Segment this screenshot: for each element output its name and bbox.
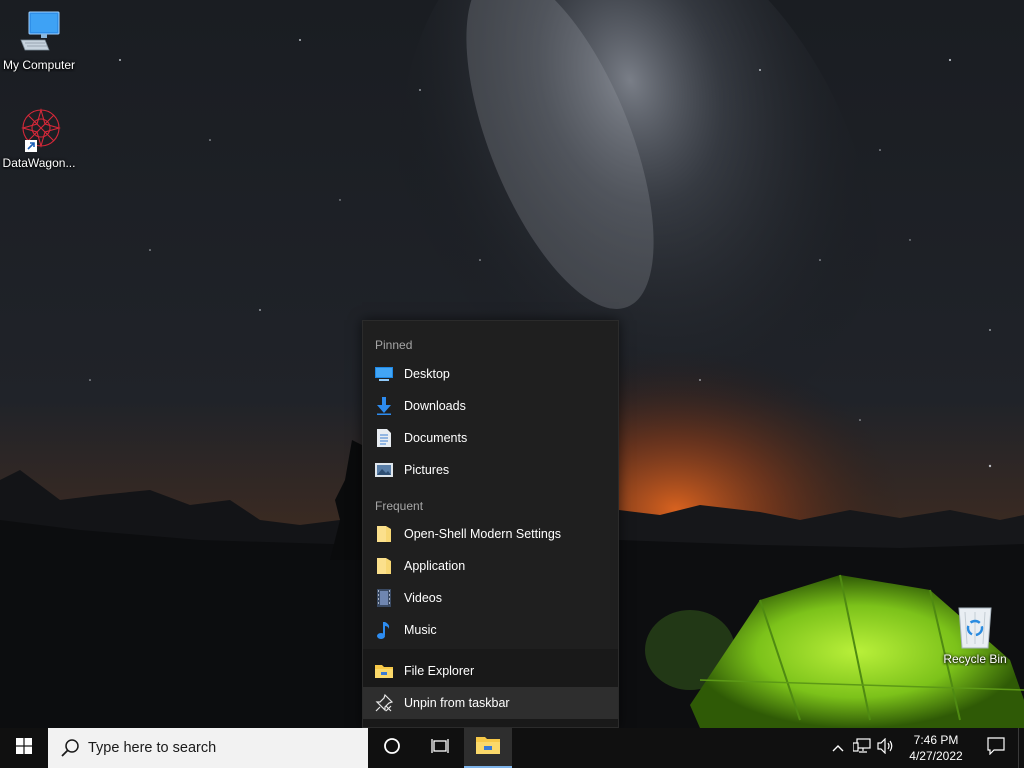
search-placeholder: Type here to search bbox=[88, 740, 217, 756]
folder-icon bbox=[375, 525, 393, 543]
show-desktop-button[interactable] bbox=[1018, 728, 1024, 768]
jump-item-label: Downloads bbox=[404, 399, 466, 413]
system-tray: 7:46 PM 4/27/2022 bbox=[826, 728, 1024, 768]
recycle-bin-icon bbox=[951, 602, 999, 650]
unpin-icon bbox=[375, 694, 393, 712]
jump-item-application[interactable]: Application bbox=[363, 550, 618, 582]
chevron-up-icon bbox=[832, 739, 844, 757]
pictures-icon bbox=[375, 461, 393, 479]
jump-list-tasks: File Explorer Unpin from taskbar bbox=[363, 649, 618, 727]
jump-item-label: Unpin from taskbar bbox=[404, 696, 510, 710]
notification-icon bbox=[987, 736, 1005, 760]
start-button[interactable] bbox=[0, 728, 48, 768]
clock-time: 7:46 PM bbox=[913, 733, 959, 747]
jump-item-label: File Explorer bbox=[404, 664, 475, 678]
jump-item-label: Music bbox=[404, 623, 437, 637]
jump-item-label: Application bbox=[404, 559, 466, 573]
documents-icon bbox=[375, 429, 393, 447]
jump-item-label: Open-Shell Modern Settings bbox=[404, 527, 562, 541]
datawagon-shortcut-icon bbox=[15, 106, 63, 154]
videos-icon bbox=[375, 589, 393, 607]
music-note-icon bbox=[375, 621, 393, 639]
jump-item-label: Desktop bbox=[404, 367, 450, 381]
file-explorer-icon bbox=[476, 735, 500, 760]
folder-icon bbox=[375, 557, 393, 575]
network-icon bbox=[852, 737, 871, 759]
speaker-icon bbox=[877, 737, 895, 759]
jump-task-file-explorer[interactable]: File Explorer bbox=[363, 655, 618, 687]
frequent-header: Frequent bbox=[375, 499, 424, 513]
network-button[interactable] bbox=[850, 728, 874, 768]
jump-item-label: Pictures bbox=[404, 463, 450, 477]
taskbar-file-explorer-button[interactable] bbox=[464, 728, 512, 768]
downloads-arrow-icon bbox=[375, 397, 393, 415]
jump-item-desktop[interactable]: Desktop bbox=[363, 358, 618, 390]
jump-item-downloads[interactable]: Downloads bbox=[363, 390, 618, 422]
jump-item-music[interactable]: Music bbox=[363, 614, 618, 646]
desktop-folder-icon bbox=[375, 365, 393, 383]
taskbar-search-box[interactable]: Type here to search bbox=[48, 728, 368, 768]
jump-item-open-shell-modern-settings[interactable]: Open-Shell Modern Settings bbox=[363, 518, 618, 550]
desktop-icon-my-computer[interactable]: My Computer bbox=[0, 8, 78, 72]
jump-item-pictures[interactable]: Pictures bbox=[363, 454, 618, 486]
volume-button[interactable] bbox=[874, 728, 898, 768]
desktop-icon-label: DataWagon... bbox=[2, 156, 76, 170]
desktop-icon-recycle-bin[interactable]: Recycle Bin bbox=[936, 602, 1014, 666]
taskbar: Type here to search 7:46 PM 4/27/2022 bbox=[0, 728, 1024, 768]
jump-task-unpin-from-taskbar[interactable]: Unpin from taskbar bbox=[363, 687, 618, 719]
jump-item-videos[interactable]: Videos bbox=[363, 582, 618, 614]
cortana-circle-icon bbox=[383, 737, 401, 760]
action-center-button[interactable] bbox=[974, 728, 1018, 768]
show-hidden-icons-button[interactable] bbox=[826, 728, 850, 768]
search-icon bbox=[60, 738, 80, 758]
computer-icon bbox=[15, 8, 63, 56]
pinned-header: Pinned bbox=[375, 338, 413, 352]
windows-logo-icon bbox=[16, 737, 32, 759]
cortana-button[interactable] bbox=[368, 728, 416, 768]
file-explorer-jump-list: Pinned Desktop Downloads Documents Pictu… bbox=[362, 320, 619, 728]
task-view-icon bbox=[431, 738, 449, 759]
taskbar-clock[interactable]: 7:46 PM 4/27/2022 bbox=[898, 732, 974, 764]
file-explorer-icon bbox=[375, 662, 393, 680]
desktop-icon-label: Recycle Bin bbox=[943, 652, 1007, 666]
clock-date: 4/27/2022 bbox=[909, 749, 963, 763]
desktop-icon-datawagon[interactable]: DataWagon... bbox=[0, 106, 78, 170]
task-view-button[interactable] bbox=[416, 728, 464, 768]
jump-item-documents[interactable]: Documents bbox=[363, 422, 618, 454]
jump-item-label: Documents bbox=[404, 431, 468, 445]
jump-item-label: Videos bbox=[404, 591, 442, 605]
desktop-icon-label: My Computer bbox=[2, 58, 76, 72]
